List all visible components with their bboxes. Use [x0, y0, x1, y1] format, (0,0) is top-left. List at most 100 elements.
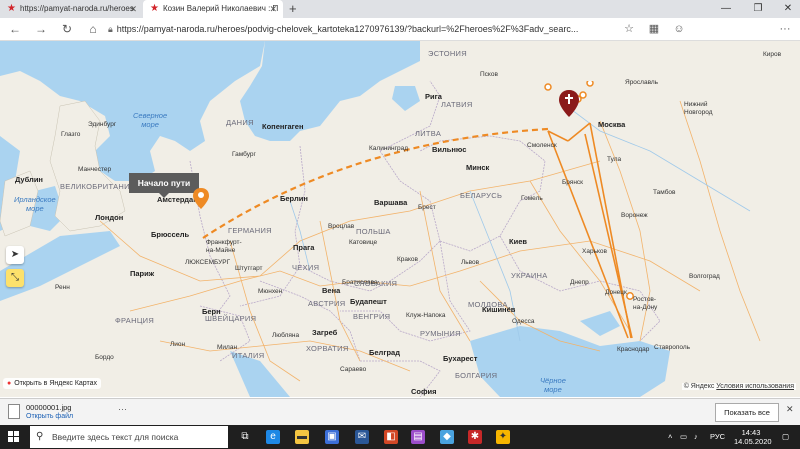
city-moscow: Москва [598, 120, 626, 129]
close-tab-icon[interactable]: ✕ [269, 0, 277, 18]
download-filename[interactable]: 00000001.jpg [26, 403, 71, 412]
ruler-icon: ⤡ [11, 272, 19, 283]
tab-bar: ★ https://pamyat-naroda.ru/heroes ✕ ★ Ко… [0, 0, 800, 18]
city-krakow: Краков [397, 256, 419, 263]
language-indicator[interactable]: РУС [710, 425, 725, 449]
open-in-yandex-maps-link[interactable]: ● Открыть в Яндекс Картах [3, 378, 102, 389]
city-ljubljana: Любляна [272, 332, 300, 339]
city-warsaw: Варшава [374, 198, 408, 207]
country-ukraine: УКРАИНА [511, 271, 548, 280]
city-minsk: Минск [466, 163, 490, 172]
map-copyright: © Яндекс Условия использования [681, 383, 796, 390]
url-field[interactable]: 🔒︎ https://pamyat-naroda.ru/heroes/podvig… [108, 21, 608, 37]
home-icon[interactable]: ⌂ [84, 20, 102, 38]
city-sofia: София [411, 387, 437, 396]
terms-of-use-link[interactable]: Условия использования [716, 383, 794, 390]
city-wroclaw: Вроцлав [328, 223, 355, 230]
country-latvia: ЛАТВИЯ [441, 100, 473, 109]
tab-kozin[interactable]: ★ Козин Валерий Николаевич : П ✕ [143, 0, 283, 18]
city-odesa: Одесса [512, 318, 535, 325]
maximize-icon[interactable]: ❐ [745, 0, 771, 18]
city-frankfurt: Франкфурт- на-Майне [206, 239, 242, 254]
gulf-riga-area [392, 86, 420, 111]
collections-icon[interactable]: ▦ [645, 20, 663, 38]
open-file-link[interactable]: Открыть файл [26, 413, 73, 420]
file-explorer-icon[interactable]: ▬ [295, 430, 309, 444]
city-paris: Париж [130, 269, 155, 278]
close-window-icon[interactable]: ✕ [775, 0, 800, 18]
sea-black: Чёрное море [540, 376, 566, 394]
url-text: https://pamyat-naroda.ru/heroes/podvig-c… [116, 24, 579, 34]
city-lviv: Львов [461, 259, 480, 266]
app-icon-3[interactable]: ◆ [440, 430, 454, 444]
favorite-star-icon[interactable]: ☆ [620, 20, 638, 38]
task-view-icon[interactable]: ⧉ [238, 430, 252, 444]
volume-icon[interactable]: ♪ [694, 425, 698, 449]
app-icon-1[interactable]: ◧ [384, 430, 398, 444]
city-dublin: Дублин [15, 175, 43, 184]
country-austria: АВСТРИЯ [308, 299, 346, 308]
forward-icon[interactable]: → [32, 20, 50, 38]
country-germany: ГЕРМАНИЯ [228, 226, 272, 235]
minimize-icon[interactable]: — [713, 0, 739, 18]
store-icon[interactable]: ▣ [325, 430, 339, 444]
city-bratislava: Братислава [342, 279, 378, 286]
copyright-text: © Яндекс [683, 383, 715, 390]
clock-time: 14:43 [741, 428, 761, 437]
edge-browser-icon[interactable]: e [266, 430, 280, 444]
more-menu-icon[interactable]: ··· [776, 20, 794, 38]
start-of-path-label: Начало пути [129, 173, 199, 198]
star-favicon-icon: ★ [7, 3, 16, 14]
network-icon[interactable]: ▭ [680, 425, 687, 449]
city-hamburg: Гамбург [232, 151, 256, 158]
start-pin-icon[interactable] [193, 188, 209, 210]
refresh-icon[interactable]: ↻ [58, 20, 76, 38]
map-view[interactable]: ЭСТОНИЯ ЛАТВИЯ ЛИТВА БЕЛАРУСЬ УКРАИНА ГЕ… [0, 41, 800, 397]
country-bulgaria: БОЛГАРИЯ [455, 371, 498, 380]
mail-icon[interactable]: ✉ [355, 430, 369, 444]
city-voronezh: Воронеж [621, 212, 648, 219]
close-download-bar-button[interactable]: ✕ [786, 404, 794, 415]
geolocation-button[interactable]: ➤ [6, 246, 24, 264]
city-vienna: Вена [322, 286, 341, 295]
city-london: Лондон [95, 213, 124, 222]
profile-icon[interactable]: ☺ [670, 20, 688, 38]
city-riga: Рига [425, 92, 442, 101]
city-chisinau: Кишинёв [482, 305, 516, 314]
sea-irish: Ирландское море [14, 195, 56, 213]
search-placeholder: Введите здесь текст для поиска [52, 432, 179, 442]
notifications-icon[interactable]: ▢ [782, 425, 789, 449]
app-icon-2[interactable]: ▤ [411, 430, 425, 444]
city-vilnius: Вильнюс [432, 145, 467, 154]
tab-pamyat-heroes[interactable]: ★ https://pamyat-naroda.ru/heroes ✕ [0, 0, 143, 18]
black-sea-area [470, 326, 670, 397]
tray-chevron-icon[interactable]: ˄ [668, 425, 672, 449]
download-more-button[interactable]: ··· [118, 404, 127, 414]
back-icon[interactable]: ← [6, 20, 24, 38]
open-yandex-text: Открыть в Яндекс Картах [14, 380, 98, 387]
windows-start-icon[interactable] [8, 431, 20, 443]
country-france: ФРАНЦИЯ [115, 316, 155, 325]
country-italy: ИТАЛИЯ [232, 351, 265, 360]
city-smolensk: Смоленск [527, 142, 557, 149]
city-kharkiv: Харьков [582, 248, 607, 255]
city-tambov: Тамбов [653, 189, 676, 196]
lock-icon: 🔒︎ [108, 24, 113, 34]
location-arrow-icon: ➤ [10, 249, 20, 260]
ruler-button[interactable]: ⤡ [6, 269, 24, 287]
city-belgrade: Белград [369, 348, 400, 357]
system-clock[interactable]: 14:43 14.05.2020 [734, 428, 772, 446]
country-hungary: ВЕНГРИЯ [353, 312, 391, 321]
city-rostov: Ростов- на-Дону [633, 296, 658, 311]
close-tab-icon[interactable]: ✕ [129, 0, 137, 18]
burial-cross-pin-icon[interactable] [559, 90, 579, 117]
app-icon-5[interactable]: ✦ [496, 430, 510, 444]
new-tab-button[interactable]: + [289, 0, 297, 18]
city-manchester: Манчестер [78, 166, 112, 173]
taskbar-search-box[interactable]: ⚲ Введите здесь текст для поиска [30, 426, 228, 448]
city-bordeaux: Бордо [95, 354, 114, 361]
app-icon-4[interactable]: ✱ [468, 430, 482, 444]
show-all-downloads-button[interactable]: Показать все [715, 403, 779, 422]
end-waypoint-icon[interactable] [624, 291, 636, 301]
city-copenhagen: Копенгаген [262, 122, 304, 131]
